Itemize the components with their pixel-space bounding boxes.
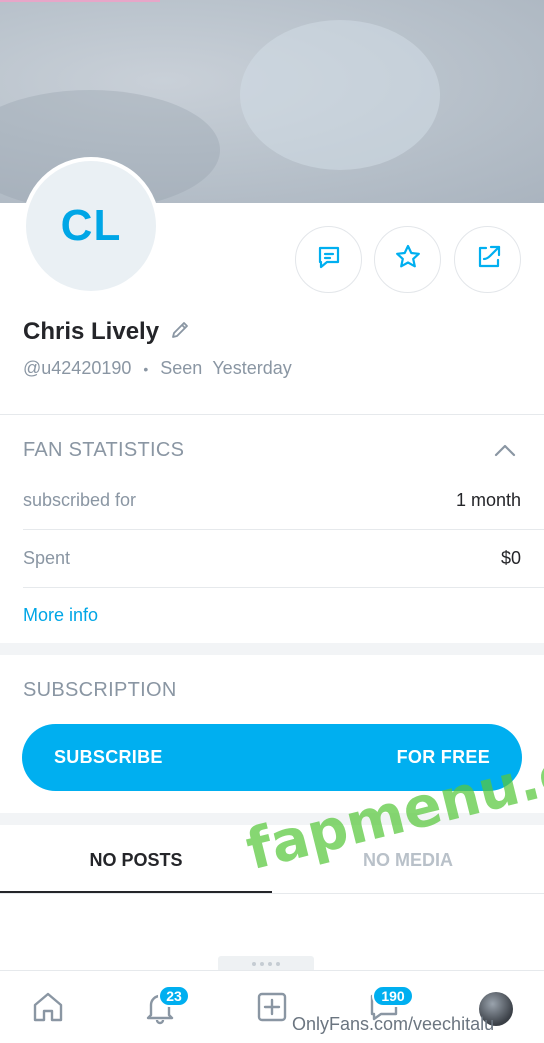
edit-pencil-icon[interactable] <box>169 319 191 346</box>
stat-row-spent: Spent $0 <box>23 548 521 569</box>
fan-statistics-title: FAN STATISTICS <box>23 439 185 461</box>
nav-notifications[interactable]: 23 <box>138 985 190 1031</box>
notifications-badge: 23 <box>158 985 190 1007</box>
top-progress-bar <box>0 0 160 2</box>
chevron-up-icon[interactable] <box>492 440 518 465</box>
stat-value: $0 <box>500 548 521 568</box>
nav-add-post[interactable] <box>250 987 294 1031</box>
more-info-link[interactable]: More info <box>23 605 98 626</box>
avatar-initials: CL <box>60 201 122 250</box>
subscribe-label: SUBSCRIBE <box>54 747 163 767</box>
seen-value: Yesterday <box>212 358 292 378</box>
separator-dot: • <box>143 360 149 377</box>
divider <box>0 893 544 894</box>
favorite-button[interactable] <box>374 226 441 293</box>
avatar[interactable]: CL <box>22 157 160 295</box>
stat-label: Spent <box>23 548 71 568</box>
row-divider <box>23 587 544 588</box>
share-icon <box>473 242 503 277</box>
stat-row-subscribed: subscribed for 1 month <box>23 490 521 511</box>
star-icon <box>393 242 423 277</box>
home-icon <box>30 989 66 1030</box>
row-divider <box>23 529 544 530</box>
profile-name-row: Chris Lively <box>23 318 191 346</box>
plus-square-icon <box>254 989 290 1030</box>
profile-name: Chris Lively <box>23 318 160 345</box>
section-gap <box>0 643 544 655</box>
messages-badge: 190 <box>372 985 414 1007</box>
nav-home[interactable] <box>26 987 70 1031</box>
message-button[interactable] <box>295 226 362 293</box>
footer-url: OnlyFans.com/veechitalu <box>292 1014 495 1034</box>
seen-label: Seen <box>160 358 203 378</box>
divider <box>0 414 544 415</box>
profile-meta: @u42420190 • Seen Yesterday <box>23 358 292 379</box>
stat-value: 1 month <box>455 490 521 510</box>
tab-posts[interactable]: NO POSTS <box>0 850 272 871</box>
profile-handle: @u42420190 <box>23 358 132 378</box>
stat-label: subscribed for <box>23 490 137 510</box>
subscription-title: SUBSCRIPTION <box>23 679 177 701</box>
message-icon <box>315 243 343 276</box>
share-button[interactable] <box>454 226 521 293</box>
